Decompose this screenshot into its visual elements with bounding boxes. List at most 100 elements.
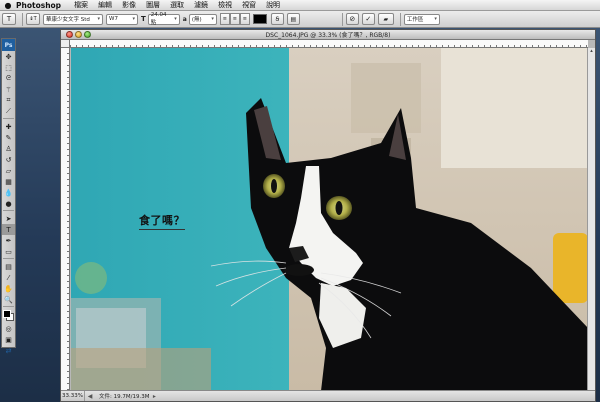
warp-text-button[interactable]: Ꞩ (270, 13, 284, 25)
font-family-select[interactable]: 華康少女文字 Std ▾ (43, 13, 103, 25)
zoom-window-button[interactable] (84, 31, 91, 38)
document-size-info: 文件: 19.7M/19.3M (99, 394, 150, 400)
status-menu-icon[interactable]: ▸ (149, 393, 159, 400)
menu-bar: ● Photoshop 檔案 編輯 影像 圖層 選取 濾鏡 檢視 視窗 說明 (0, 0, 600, 11)
canvas-text-layer[interactable]: 食了嗎？ (139, 212, 185, 230)
vertical-ruler[interactable] (61, 48, 70, 390)
image-canvas[interactable]: 食了嗎？ (71, 48, 588, 391)
chevron-down-icon: ▾ (132, 16, 135, 22)
divider (341, 12, 343, 26)
divider (399, 12, 401, 26)
bridge-button[interactable]: ▰ (377, 13, 394, 25)
divider (3, 118, 14, 120)
slice-tool-icon[interactable]: ⟋ (2, 106, 15, 117)
dodge-tool-icon[interactable]: ● (2, 198, 15, 209)
screen-mode-icon[interactable]: ▣ (2, 334, 15, 345)
zoom-tool-icon[interactable]: 🔍 (2, 294, 15, 305)
chevron-down-icon: ▾ (211, 16, 214, 22)
checkmark-icon: ✓ (365, 15, 372, 23)
vertical-scrollbar[interactable]: ▴ (587, 48, 595, 391)
eraser-tool-icon[interactable]: ▱ (2, 165, 15, 176)
divider (3, 210, 14, 212)
path-selection-tool-icon[interactable]: ➤ (2, 213, 15, 224)
align-group: ≡ ≡ ≡ (219, 13, 250, 25)
zoom-level-field[interactable]: 33.33% (61, 391, 85, 401)
pen-tool-icon[interactable]: ✒ (2, 235, 15, 246)
antialias-select[interactable]: (無) ▾ (188, 13, 217, 25)
foreground-color-swatch[interactable] (3, 310, 11, 318)
toolbox: Ps ✥ ⬚ ᘓ ⚚ ⌗ ⟋ ✚ ✎ ♙ ↺ ▱ ▦ 💧 ● ➤ T ✒ ▭ ▤… (1, 38, 16, 355)
menu-file[interactable]: 檔案 (69, 0, 93, 10)
font-size-value: 24.04 點 (150, 12, 167, 26)
chevron-down-icon: ▾ (97, 16, 100, 22)
photoshop-logo-icon[interactable]: Ps (2, 39, 15, 51)
history-brush-tool-icon[interactable]: ↺ (2, 154, 15, 165)
font-family-value: 華康少女文字 Std (46, 17, 90, 23)
font-style-select[interactable]: W7 ▾ (106, 13, 138, 25)
menu-app-name[interactable]: Photoshop (16, 1, 61, 10)
align-right-icon: ≡ (242, 16, 247, 22)
document-window: DSC_1064.JPG @ 33.3% (食了嗎？, RGB/8) 食了嗎？ … (60, 29, 596, 402)
type-tool-icon[interactable]: T (2, 224, 15, 235)
horizontal-ruler[interactable] (70, 40, 588, 48)
font-size-select[interactable]: 24.04 點 ▾ (147, 12, 180, 26)
document-title: DSC_1064.JPG @ 33.3% (食了嗎？, RGB/8) (265, 32, 391, 39)
align-left-button[interactable]: ≡ (219, 13, 230, 25)
status-info-icon[interactable]: ◀ (85, 393, 95, 400)
workspace-select[interactable]: 工作區 ▾ (403, 13, 440, 25)
divider (22, 12, 23, 26)
font-style-value: W7 (109, 16, 118, 22)
brush-tool-icon[interactable]: ✎ (2, 132, 15, 143)
menu-window[interactable]: 視窗 (237, 0, 261, 10)
commit-edit-button[interactable]: ✓ (361, 13, 375, 25)
menu-image[interactable]: 影像 (117, 0, 141, 10)
hand-tool-icon[interactable]: ✋ (2, 283, 15, 294)
menu-help[interactable]: 說明 (261, 0, 285, 10)
ruler-origin[interactable] (61, 40, 70, 48)
crop-tool-icon[interactable]: ⌗ (2, 95, 15, 106)
magic-wand-tool-icon[interactable]: ⚚ (2, 84, 15, 95)
menu-view[interactable]: 檢視 (213, 0, 237, 10)
tool-preset-picker[interactable]: T (2, 13, 16, 25)
menu-layer[interactable]: 圖層 (141, 0, 165, 10)
chevron-down-icon: ▾ (434, 16, 437, 22)
apple-icon[interactable]: ● (0, 1, 16, 10)
align-left-icon: ≡ (222, 16, 227, 22)
type-tool-icon: T (6, 15, 12, 23)
clone-stamp-tool-icon[interactable]: ♙ (2, 143, 15, 154)
align-center-icon: ≡ (232, 16, 237, 22)
jump-to-imageready-icon[interactable]: ⇄ (2, 345, 15, 356)
gradient-tool-icon[interactable]: ▦ (2, 176, 15, 187)
color-swatches[interactable] (2, 309, 15, 323)
align-right-button[interactable]: ≡ (239, 13, 250, 25)
text-color-swatch[interactable] (252, 14, 267, 24)
blur-tool-icon[interactable]: 💧 (2, 187, 15, 198)
lasso-tool-icon[interactable]: ᘓ (2, 73, 15, 84)
notes-tool-icon[interactable]: ▤ (2, 261, 15, 272)
minimize-window-button[interactable] (75, 31, 82, 38)
menu-select[interactable]: 選取 (165, 0, 189, 10)
shape-tool-icon[interactable]: ▭ (2, 246, 15, 257)
move-tool-icon[interactable]: ✥ (2, 51, 15, 62)
close-window-button[interactable] (66, 31, 73, 38)
status-bar: 33.33% ◀ 文件: 19.7M/19.3M ▸ (61, 390, 595, 401)
font-size-icon: T (141, 15, 146, 23)
cancel-edit-button[interactable]: ⊘ (345, 13, 359, 25)
document-title-bar[interactable]: DSC_1064.JPG @ 33.3% (食了嗎？, RGB/8) (61, 30, 595, 40)
quick-mask-icon[interactable]: ◎ (2, 323, 15, 334)
menu-filter[interactable]: 濾鏡 (189, 0, 213, 10)
text-orientation-icon: ↨T (29, 16, 37, 22)
marquee-tool-icon[interactable]: ⬚ (2, 62, 15, 73)
desktop: ● Photoshop 檔案 編輯 影像 圖層 選取 濾鏡 檢視 視窗 說明 T… (0, 0, 600, 402)
character-panel-button[interactable]: ▤ (286, 13, 300, 25)
align-center-button[interactable]: ≡ (229, 13, 240, 25)
healing-brush-tool-icon[interactable]: ✚ (2, 121, 15, 132)
antialias-value: (無) (191, 17, 202, 23)
chevron-down-icon: ▾ (174, 16, 177, 22)
eyedropper-tool-icon[interactable]: ⁄ (2, 272, 15, 283)
menu-edit[interactable]: 編輯 (93, 0, 117, 10)
scroll-up-arrow-icon[interactable]: ▴ (588, 48, 595, 55)
divider (3, 258, 14, 260)
character-panel-icon: ▤ (290, 15, 297, 23)
text-orientation-button[interactable]: ↨T (26, 13, 40, 25)
